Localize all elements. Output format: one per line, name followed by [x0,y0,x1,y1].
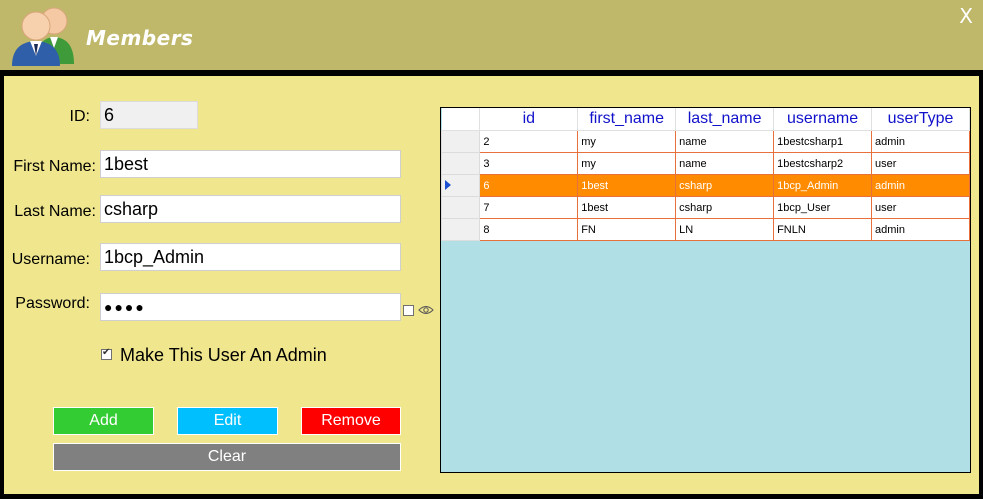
cell-first-name[interactable]: FN [577,218,677,241]
cell-username[interactable]: 1bcp_User [773,196,873,219]
table-row[interactable]: 8 FN LN FNLN admin [441,218,970,241]
add-button[interactable]: Add [53,407,154,435]
id-field[interactable]: 6 [100,101,198,129]
first-name-label: First Name: [13,158,96,175]
grid-header-row: id first_name last_name username userTyp… [441,108,970,131]
users-icon [12,7,74,66]
row-header[interactable] [441,130,481,153]
password-label: Password: [15,295,90,312]
admin-checkbox-label: Make This User An Admin [120,345,327,365]
admin-checkbox[interactable] [101,347,112,360]
column-header-id[interactable]: id [479,108,579,131]
id-label: ID: [69,108,90,125]
cell-last-name[interactable]: name [675,130,775,153]
current-row-arrow-icon [445,180,451,190]
cell-last-name[interactable]: name [675,152,775,175]
window-title: Members [86,26,194,50]
cell-usertype[interactable]: user [871,152,970,175]
cell-usertype[interactable]: user [871,196,970,219]
row-header[interactable] [441,196,481,219]
cell-username[interactable]: 1bestcsharp2 [773,152,873,175]
show-password-checkbox[interactable] [403,305,414,316]
edit-button[interactable]: Edit [177,407,278,435]
table-row[interactable]: 2 my name 1bestcsharp1 admin [441,130,970,153]
cell-username[interactable]: 1bestcsharp1 [773,130,873,153]
remove-button[interactable]: Remove [301,407,401,435]
row-header[interactable] [441,152,481,175]
table-row-selected[interactable]: 6 1best csharp 1bcp_Admin admin [441,174,970,197]
eye-icon[interactable] [418,304,434,316]
username-label: Username: [11,251,90,268]
close-button[interactable]: X [959,4,973,28]
members-table: id first_name last_name username userTyp… [441,108,970,241]
cell-id[interactable]: 6 [479,174,579,197]
cell-id[interactable]: 8 [479,218,579,241]
cell-usertype[interactable]: admin [871,218,970,241]
cell-first-name[interactable]: 1best [577,196,677,219]
cell-last-name[interactable]: LN [675,218,775,241]
cell-username[interactable]: FNLN [773,218,873,241]
cell-username[interactable]: 1bcp_Admin [773,174,873,197]
row-header[interactable] [441,174,481,197]
cell-first-name[interactable]: my [577,152,677,175]
last-name-field[interactable]: csharp [100,195,401,223]
column-header-usertype[interactable]: userType [871,108,970,131]
title-bar: Members X [0,0,983,70]
first-name-field[interactable]: 1best [100,150,401,178]
last-name-label: Last Name: [14,203,96,220]
members-grid[interactable]: id first_name last_name username userTyp… [440,107,971,473]
cell-usertype[interactable]: admin [871,174,970,197]
column-header-username[interactable]: username [773,108,873,131]
cell-usertype[interactable]: admin [871,130,970,153]
cell-last-name[interactable]: csharp [675,174,775,197]
column-header-first-name[interactable]: first_name [577,108,677,131]
table-row[interactable]: 7 1best csharp 1bcp_User user [441,196,970,219]
members-panel: ID: 6 First Name: 1best Last Name: cshar… [4,76,979,494]
username-field[interactable]: 1bcp_Admin [100,243,401,271]
table-row[interactable]: 3 my name 1bestcsharp2 user [441,152,970,175]
cell-first-name[interactable]: my [577,130,677,153]
cell-id[interactable]: 2 [479,130,579,153]
cell-last-name[interactable]: csharp [675,196,775,219]
cell-id[interactable]: 7 [479,196,579,219]
password-field[interactable]: ●●●● [100,293,401,321]
grid-corner-header [441,108,481,131]
cell-first-name[interactable]: 1best [577,174,677,197]
clear-button[interactable]: Clear [53,443,401,471]
cell-id[interactable]: 3 [479,152,579,175]
column-header-last-name[interactable]: last_name [675,108,775,131]
row-header[interactable] [441,218,481,241]
